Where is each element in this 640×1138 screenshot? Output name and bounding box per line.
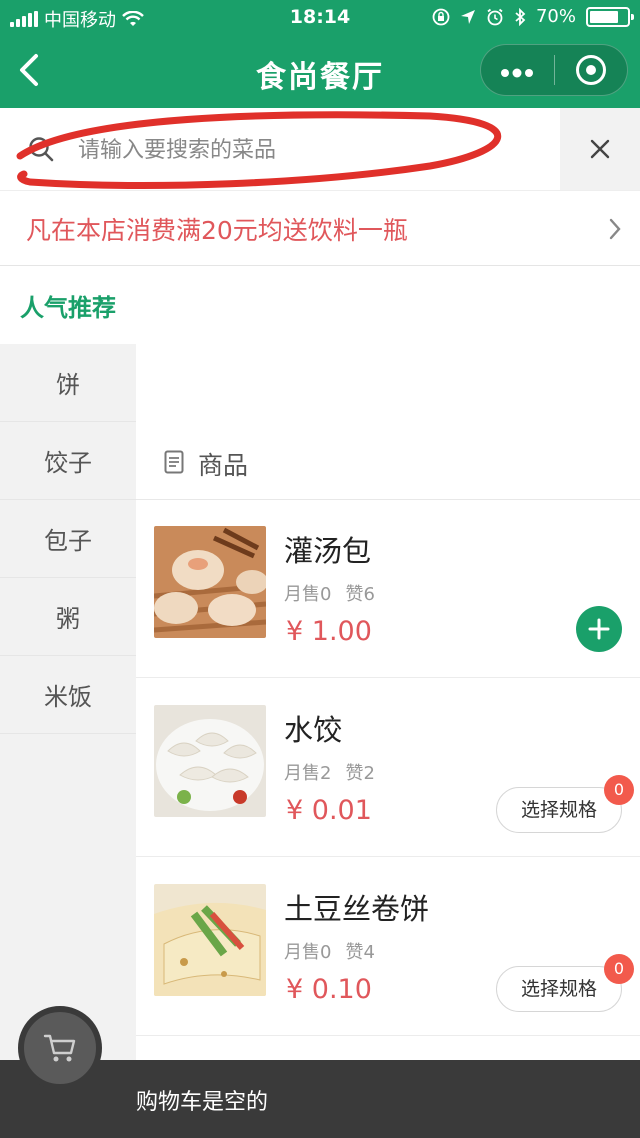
product-price: ¥ 1.00 [286,616,372,647]
lock-rotation-icon [432,8,450,25]
nav-bar: 食尚餐厅 [0,36,640,108]
bluetooth-icon [515,7,526,26]
sidebar-item-dumplings[interactable]: 饺子 [0,422,136,500]
cart-count-badge: 0 [604,775,634,805]
merchant-coupon: ¥ 6 商家代金券 使用规则领取后显示 领取 [158,282,620,420]
select-spec-button[interactable]: 选择规格 [496,787,622,833]
battery-icon [586,6,634,27]
list-icon [164,450,184,474]
product-stats: 月售0 赞4 [284,938,375,964]
like-count: 赞6 [345,584,375,605]
plus-icon [588,618,610,640]
product-name: 灌汤包 [284,534,372,568]
goods-section-title: 商品 [198,451,249,480]
product-stats: 月售2 赞2 [284,759,375,785]
sidebar-item-porridge[interactable]: 粥 [0,578,136,656]
product-item[interactable]: 水饺 月售2 赞2 ¥ 0.01 选择规格 0 [136,679,640,857]
product-image-dumplings[interactable] [154,705,266,817]
cart-empty-message: 购物车是空的 [136,1090,269,1115]
product-item[interactable]: 土豆丝卷饼 月售0 赞4 ¥ 0.10 选择规格 0 [136,858,640,1036]
goods-section-header: 商品 [136,426,640,500]
search-bar [0,108,640,190]
close-mini-program-button[interactable] [555,55,628,85]
product-name: 水饺 [284,713,343,747]
monthly-sales: 月售2 [284,763,332,784]
product-name: 土豆丝卷饼 [284,892,430,926]
sidebar-item-rice[interactable]: 米饭 [0,656,136,734]
promo-banner[interactable]: 凡在本店消费满20元均送饮料一瓶 [0,190,640,266]
mini-program-capsule [480,44,628,96]
close-icon [590,139,610,159]
chevron-right-icon [609,218,621,240]
monthly-sales: 月售0 [284,584,332,605]
sidebar-item-label: 人气推荐 [20,293,116,322]
coupon-description: 使用规则领取后显示 [274,364,446,386]
alarm-icon [487,8,503,25]
product-image-soup-dumpling[interactable] [154,526,266,638]
cart-bar[interactable]: 购物车是空的 [0,1060,640,1138]
category-sidebar: 人气推荐 饼 饺子 包子 粥 米饭 [0,266,136,1060]
like-count: 赞4 [345,942,375,963]
like-count: 赞2 [345,763,375,784]
product-image-potato-wrap[interactable] [154,884,266,996]
coupon-title: 商家代金券 [274,318,405,348]
cart-button[interactable] [18,1006,102,1090]
coupon-currency: ¥ [192,344,206,369]
sidebar-item-label: 饼 [56,371,80,399]
shopping-cart-icon [43,1034,76,1062]
sidebar-item-label: 饺子 [44,449,92,477]
claim-coupon-button[interactable]: 领取 [558,310,598,398]
promo-text: 凡在本店消费满20元均送饮料一瓶 [26,216,408,245]
sidebar-item-buns[interactable]: 包子 [0,500,136,578]
more-dots-icon [501,68,534,78]
clear-search-button[interactable] [560,108,640,190]
add-to-cart-button[interactable] [576,606,622,652]
more-button[interactable] [481,44,554,96]
coupon-amount: 6 [220,312,255,375]
target-icon [575,55,606,85]
battery-percent: 70% [535,6,576,27]
cart-count-badge: 0 [604,954,634,984]
product-item[interactable]: 灌汤包 月售0 赞6 ¥ 1.00 [136,500,640,678]
location-icon [460,9,475,24]
search-icon [29,137,54,162]
status-bar: 中国移动 18:14 70% [0,0,640,36]
select-spec-button[interactable]: 选择规格 [496,966,622,1012]
product-price: ¥ 0.01 [286,795,372,826]
sidebar-item-popular[interactable]: 人气推荐 [0,266,136,344]
sidebar-item-label: 粥 [56,605,80,633]
sidebar-item-label: 包子 [44,527,92,555]
monthly-sales: 月售0 [284,942,332,963]
top-bar: 中国移动 18:14 70% 食尚餐厅 [0,0,640,108]
sidebar-item-label: 米饭 [44,683,92,711]
product-stats: 月售0 赞6 [284,580,375,606]
sidebar-item-pancake[interactable]: 饼 [0,344,136,422]
product-price: ¥ 0.10 [286,974,372,1005]
search-input[interactable] [78,132,548,168]
